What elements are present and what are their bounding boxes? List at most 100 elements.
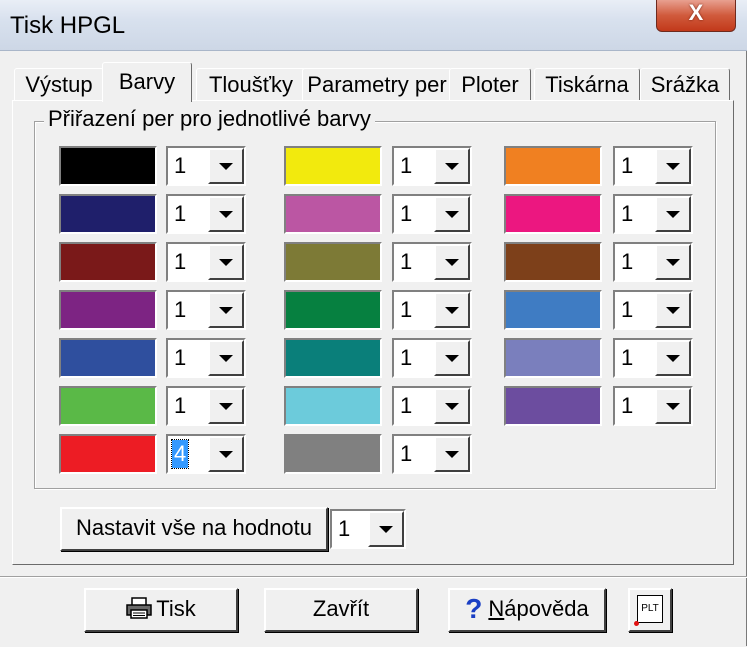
dropdown-arrow-icon[interactable] bbox=[208, 340, 244, 376]
pen-value: 1 bbox=[400, 393, 413, 418]
pen-select[interactable]: 1 bbox=[166, 290, 246, 330]
color-swatch bbox=[284, 290, 382, 330]
help-mnemonic: N bbox=[488, 596, 505, 621]
color-swatch bbox=[284, 242, 382, 282]
plt-label: PLT bbox=[641, 603, 659, 614]
plt-button[interactable]: PLT bbox=[628, 588, 672, 632]
pen-value: 1 bbox=[174, 153, 187, 178]
close-dialog-button[interactable]: Zavřít bbox=[264, 588, 418, 632]
pen-value: 1 bbox=[621, 153, 634, 178]
print-label: Tisk bbox=[156, 596, 196, 621]
set-all-button[interactable]: Nastavit vše na hodnotu bbox=[60, 507, 328, 551]
tab-tiskarna[interactable]: Tiskárna bbox=[534, 68, 640, 100]
pen-select[interactable]: 1 bbox=[166, 386, 246, 426]
print-button[interactable]: Tisk bbox=[84, 588, 238, 632]
pen-value: 1 bbox=[400, 297, 413, 322]
color-swatch bbox=[284, 434, 382, 474]
pen-select[interactable]: 1 bbox=[392, 290, 472, 330]
title-bar: Tisk HPGL X bbox=[0, 0, 747, 51]
set-all-value: 1 bbox=[338, 516, 351, 541]
tab-label: Tloušťky bbox=[208, 72, 294, 97]
dropdown-arrow-icon[interactable] bbox=[434, 148, 470, 184]
pen-select[interactable]: 1 bbox=[613, 194, 693, 234]
help-button[interactable]: ? Nápověda bbox=[448, 588, 606, 632]
pen-select[interactable]: 1 bbox=[166, 242, 246, 282]
pen-select-focused[interactable]: 4 bbox=[166, 434, 246, 474]
tab-vystup[interactable]: Výstup bbox=[14, 68, 104, 100]
color-swatch bbox=[504, 194, 602, 234]
pen-select[interactable]: 1 bbox=[613, 146, 693, 186]
color-swatch bbox=[59, 338, 157, 378]
pen-value: 4 bbox=[170, 439, 190, 469]
pen-value: 1 bbox=[400, 201, 413, 226]
help-label: ápověda bbox=[504, 596, 589, 621]
pen-value: 1 bbox=[174, 345, 187, 370]
pen-value: 1 bbox=[621, 249, 634, 274]
pen-value: 1 bbox=[621, 345, 634, 370]
set-all-select[interactable]: 1 bbox=[330, 509, 406, 549]
dropdown-arrow-icon[interactable] bbox=[208, 388, 244, 424]
tab-label: Ploter bbox=[461, 72, 519, 97]
pen-select[interactable]: 1 bbox=[613, 242, 693, 282]
pen-select[interactable]: 1 bbox=[392, 338, 472, 378]
dropdown-arrow-icon[interactable] bbox=[434, 196, 470, 232]
dropdown-arrow-icon[interactable] bbox=[655, 244, 691, 280]
close-button[interactable]: X bbox=[656, 0, 736, 32]
dropdown-arrow-icon[interactable] bbox=[655, 388, 691, 424]
tab-label: Barvy bbox=[118, 69, 176, 94]
color-swatch bbox=[59, 434, 157, 474]
pen-select[interactable]: 1 bbox=[613, 290, 693, 330]
pen-value: 1 bbox=[621, 297, 634, 322]
dropdown-arrow-icon[interactable] bbox=[655, 148, 691, 184]
dropdown-arrow-icon[interactable] bbox=[368, 511, 404, 547]
dropdown-arrow-icon[interactable] bbox=[208, 292, 244, 328]
dialog-window: Tisk HPGL X Výstup Barvy Tloušťky Parame… bbox=[0, 0, 747, 646]
dropdown-arrow-icon[interactable] bbox=[434, 388, 470, 424]
group-label: Přiřazení per pro jednotlivé barvy bbox=[44, 106, 375, 132]
dropdown-arrow-icon[interactable] bbox=[208, 436, 244, 472]
dropdown-arrow-icon[interactable] bbox=[434, 244, 470, 280]
pen-select[interactable]: 1 bbox=[392, 242, 472, 282]
tab-label: Srážka bbox=[650, 72, 720, 97]
pen-value: 1 bbox=[621, 201, 634, 226]
color-swatch bbox=[59, 194, 157, 234]
window-title: Tisk HPGL bbox=[10, 12, 126, 39]
color-swatch bbox=[504, 386, 602, 426]
tab-ploter[interactable]: Ploter bbox=[449, 68, 531, 100]
pen-select[interactable]: 1 bbox=[166, 338, 246, 378]
color-swatch bbox=[59, 386, 157, 426]
dropdown-arrow-icon[interactable] bbox=[434, 340, 470, 376]
tab-srazka[interactable]: Srážka bbox=[640, 68, 730, 100]
color-swatch bbox=[59, 290, 157, 330]
pen-value: 1 bbox=[400, 441, 413, 466]
color-swatch bbox=[284, 338, 382, 378]
tab-tloustky[interactable]: Tloušťky bbox=[196, 68, 306, 100]
pen-select[interactable]: 1 bbox=[392, 434, 472, 474]
pen-value: 1 bbox=[174, 201, 187, 226]
pen-select[interactable]: 1 bbox=[166, 146, 246, 186]
close-icon: X bbox=[688, 0, 704, 25]
tab-barvy[interactable]: Barvy bbox=[102, 62, 192, 102]
pen-value: 1 bbox=[174, 297, 187, 322]
dropdown-arrow-icon[interactable] bbox=[655, 340, 691, 376]
dropdown-arrow-icon[interactable] bbox=[208, 148, 244, 184]
dropdown-arrow-icon[interactable] bbox=[655, 292, 691, 328]
dropdown-arrow-icon[interactable] bbox=[208, 244, 244, 280]
pen-select[interactable]: 1 bbox=[392, 194, 472, 234]
pen-select[interactable]: 1 bbox=[392, 386, 472, 426]
dropdown-arrow-icon[interactable] bbox=[434, 292, 470, 328]
tab-label: Tiskárna bbox=[545, 72, 629, 97]
pen-value: 1 bbox=[400, 345, 413, 370]
color-swatch bbox=[284, 146, 382, 186]
color-swatch bbox=[504, 146, 602, 186]
pen-value: 1 bbox=[621, 393, 634, 418]
dropdown-arrow-icon[interactable] bbox=[434, 436, 470, 472]
dropdown-arrow-icon[interactable] bbox=[208, 196, 244, 232]
tab-label: Parametry per bbox=[307, 72, 447, 97]
dropdown-arrow-icon[interactable] bbox=[655, 196, 691, 232]
pen-select[interactable]: 1 bbox=[392, 146, 472, 186]
pen-select[interactable]: 1 bbox=[613, 338, 693, 378]
tab-parametry-per[interactable]: Parametry per bbox=[302, 68, 452, 100]
pen-select[interactable]: 1 bbox=[613, 386, 693, 426]
pen-select[interactable]: 1 bbox=[166, 194, 246, 234]
